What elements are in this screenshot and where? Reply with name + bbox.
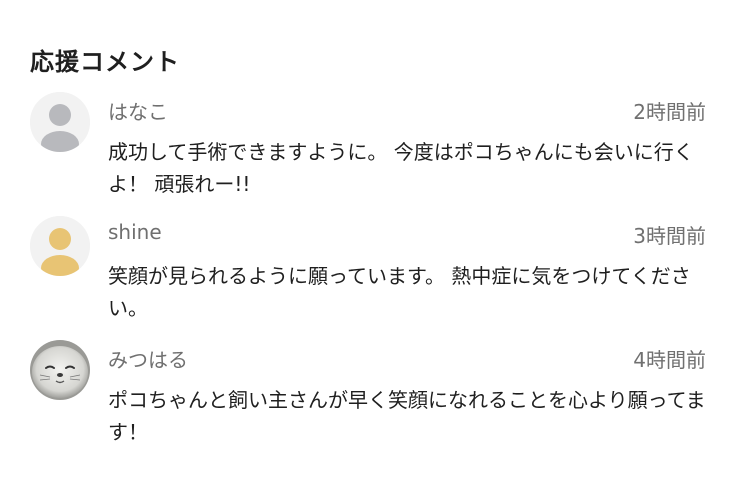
comment-header: shine 3時間前: [108, 220, 706, 248]
comment-timestamp: 2時間前: [633, 100, 706, 124]
comment-text: ポコちゃんと飼い主さんが早く笑顔になれることを心より願ってます！: [108, 388, 706, 444]
comment-header: はなこ 2時間前: [108, 96, 706, 124]
comment-author[interactable]: みつはる: [108, 344, 188, 373]
avatar[interactable]: [30, 92, 90, 152]
comment-author[interactable]: はなこ: [108, 96, 168, 125]
section-title: 応援コメント: [30, 48, 180, 76]
comment-author[interactable]: shine: [108, 220, 162, 244]
default-user-icon: [30, 216, 90, 276]
default-user-icon: [30, 92, 90, 152]
seal-photo-avatar: [30, 340, 90, 400]
comment-text: 成功して手術できますように。 今度はポコちゃんにも会いに行くよ！ 頑張れー!!: [108, 140, 694, 196]
avatar[interactable]: [30, 216, 90, 276]
comment-timestamp: 4時間前: [633, 348, 706, 372]
comment-header: みつはる 4時間前: [108, 344, 706, 372]
comment-text: 笑顔が見られるように願っています。 熱中症に気をつけてください。: [108, 264, 691, 320]
comment-timestamp: 3時間前: [633, 224, 706, 248]
avatar[interactable]: [30, 340, 90, 400]
